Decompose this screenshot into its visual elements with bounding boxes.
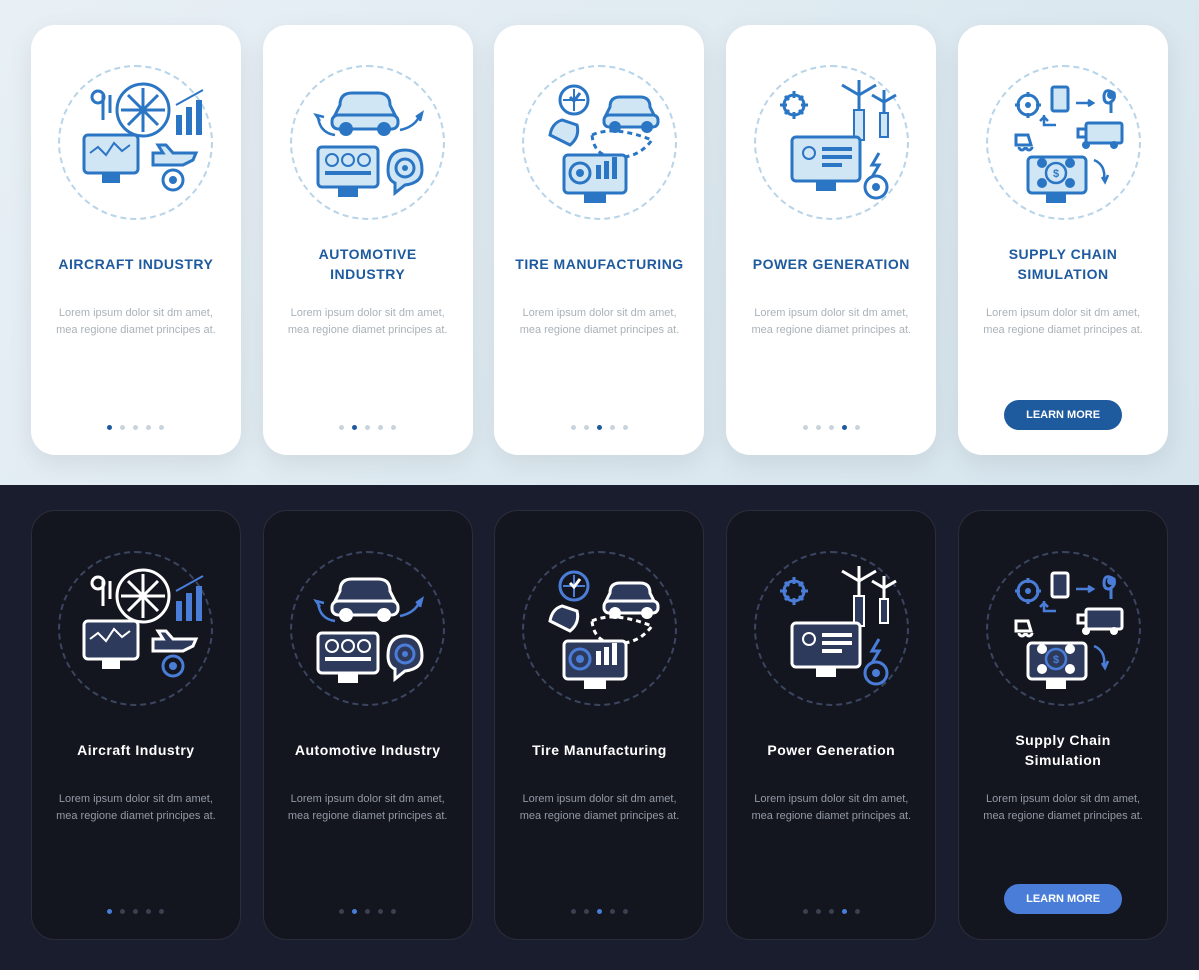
card-description: Lorem ipsum dolor sit dm amet, mea regio… (50, 791, 222, 824)
dot[interactable] (339, 909, 344, 914)
onboarding-card: Aircraft Industry Lorem ipsum dolor sit d… (31, 510, 241, 940)
dot[interactable] (584, 425, 589, 430)
card-description: Lorem ipsum dolor sit dm amet, mea regio… (745, 791, 917, 824)
dot[interactable] (584, 909, 589, 914)
learn-more-button[interactable]: LEARN MORE (1004, 884, 1122, 914)
power-icon (754, 551, 909, 706)
onboarding-card: Power Generation Lorem ipsum dolor sit dm… (726, 510, 936, 940)
dot[interactable] (597, 425, 602, 430)
card-description: Lorem ipsum dolor sit dm amet, mea regio… (977, 791, 1149, 824)
svg-text:$: $ (1053, 168, 1059, 180)
dot[interactable] (816, 425, 821, 430)
dot[interactable] (829, 425, 834, 430)
dot[interactable] (842, 909, 847, 914)
card-description: Lorem ipsum dolor sit dm amet, mea regio… (513, 791, 685, 824)
dot[interactable] (146, 909, 151, 914)
pagination-dots[interactable] (571, 909, 628, 914)
dot[interactable] (120, 909, 125, 914)
dot[interactable] (391, 425, 396, 430)
pagination-dots[interactable] (803, 909, 860, 914)
card-title: Automotive Industry (295, 731, 441, 771)
dot[interactable] (803, 425, 808, 430)
tire-icon (522, 551, 677, 706)
pagination-dots[interactable] (571, 425, 628, 430)
card-description: Lorem ipsum dolor sit dm amet, mea regio… (744, 305, 918, 338)
pagination-dots[interactable] (339, 425, 396, 430)
pagination-dots[interactable] (107, 425, 164, 430)
card-title: Power Generation (767, 731, 895, 771)
automotive-icon (290, 65, 445, 220)
learn-more-button[interactable]: LEARN MORE (1004, 400, 1122, 430)
dot[interactable] (133, 909, 138, 914)
dot[interactable] (829, 909, 834, 914)
dot[interactable] (107, 425, 112, 430)
dot[interactable] (339, 425, 344, 430)
card-description: Lorem ipsum dolor sit dm amet, mea regio… (281, 305, 455, 338)
dot[interactable] (597, 909, 602, 914)
dot[interactable] (623, 909, 628, 914)
dot[interactable] (365, 425, 370, 430)
card-title: Aircraft Industry (77, 731, 194, 771)
dot[interactable] (133, 425, 138, 430)
card-title: Supply Chain Simulation (977, 731, 1149, 771)
onboarding-card: AUTOMOTIVE INDUSTRY Lorem ipsum dolor sit… (263, 25, 473, 455)
dot[interactable] (855, 909, 860, 914)
onboarding-card: $ SUPPLY CHAIN SIMULATION Lorem ipsum dol… (958, 25, 1168, 455)
tire-icon (522, 65, 677, 220)
dot[interactable] (571, 425, 576, 430)
card-title: Tire Manufacturing (532, 731, 667, 771)
onboarding-card: $ Supply Chain Simulation Lorem ipsum dol… (958, 510, 1168, 940)
dot[interactable] (855, 425, 860, 430)
onboarding-card: Automotive Industry Lorem ipsum dolor sit… (263, 510, 473, 940)
dot[interactable] (571, 909, 576, 914)
dot[interactable] (107, 909, 112, 914)
dot[interactable] (352, 909, 357, 914)
card-title: SUPPLY CHAIN SIMULATION (976, 245, 1150, 285)
dot[interactable] (378, 909, 383, 914)
supply-icon: $ (986, 551, 1141, 706)
svg-text:$: $ (1053, 654, 1059, 666)
dot[interactable] (623, 425, 628, 430)
dot[interactable] (803, 909, 808, 914)
dot[interactable] (352, 425, 357, 430)
onboarding-card: AIRCRAFT INDUSTRY Lorem ipsum dolor sit d… (31, 25, 241, 455)
pagination-dots[interactable] (107, 909, 164, 914)
dot[interactable] (378, 425, 383, 430)
card-description: Lorem ipsum dolor sit dm amet, mea regio… (512, 305, 686, 338)
dot[interactable] (391, 909, 396, 914)
supply-icon: $ (986, 65, 1141, 220)
card-description: Lorem ipsum dolor sit dm amet, mea regio… (282, 791, 454, 824)
pagination-dots[interactable] (803, 425, 860, 430)
dot[interactable] (159, 425, 164, 430)
card-title: POWER GENERATION (753, 245, 910, 285)
aircraft-icon (58, 65, 213, 220)
dot[interactable] (159, 909, 164, 914)
onboarding-card: Tire Manufacturing Lorem ipsum dolor sit … (494, 510, 704, 940)
onboarding-card: POWER GENERATION Lorem ipsum dolor sit dm… (726, 25, 936, 455)
dark-theme-row: Aircraft Industry Lorem ipsum dolor sit d… (0, 485, 1199, 970)
onboarding-card: TIRE MANUFACTURING Lorem ipsum dolor sit … (494, 25, 704, 455)
pagination-dots[interactable] (339, 909, 396, 914)
card-title: AIRCRAFT INDUSTRY (58, 245, 213, 285)
card-description: Lorem ipsum dolor sit dm amet, mea regio… (49, 305, 223, 338)
dot[interactable] (610, 425, 615, 430)
card-title: TIRE MANUFACTURING (515, 245, 683, 285)
dot[interactable] (610, 909, 615, 914)
dot[interactable] (120, 425, 125, 430)
dot[interactable] (842, 425, 847, 430)
power-icon (754, 65, 909, 220)
dot[interactable] (365, 909, 370, 914)
light-theme-row: AIRCRAFT INDUSTRY Lorem ipsum dolor sit d… (0, 0, 1199, 485)
automotive-icon (290, 551, 445, 706)
card-title: AUTOMOTIVE INDUSTRY (281, 245, 455, 285)
card-description: Lorem ipsum dolor sit dm amet, mea regio… (976, 305, 1150, 338)
aircraft-icon (58, 551, 213, 706)
dot[interactable] (146, 425, 151, 430)
dot[interactable] (816, 909, 821, 914)
